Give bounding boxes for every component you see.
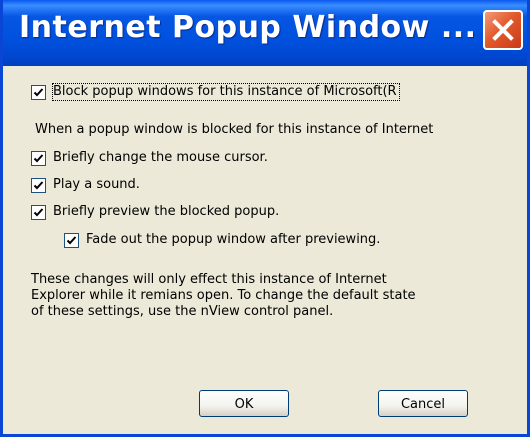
- info-note: These changes will only effect this inst…: [31, 272, 416, 319]
- checkmark-icon: [33, 154, 44, 163]
- title-bar[interactable]: Internet Popup Window ...: [3, 0, 527, 66]
- checkmark-icon: [66, 236, 77, 245]
- preview-popup-label: Briefly preview the blocked popup.: [53, 204, 280, 219]
- ok-button[interactable]: OK: [199, 390, 289, 417]
- checkmark-icon: [33, 181, 44, 190]
- close-icon: [492, 19, 514, 41]
- checkmark-icon: [33, 88, 44, 97]
- section-description: When a popup window is blocked for this …: [35, 122, 434, 137]
- cancel-button[interactable]: Cancel: [378, 390, 468, 417]
- change-cursor-label: Briefly change the mouse cursor.: [53, 150, 268, 165]
- window-title: Internet Popup Window ...: [19, 10, 477, 45]
- close-button[interactable]: [483, 10, 523, 50]
- dialog-window: Internet Popup Window ... Block popup wi…: [0, 0, 530, 437]
- dialog-content: Block popup windows for this instance of…: [3, 66, 527, 434]
- play-sound-label: Play a sound.: [53, 177, 140, 192]
- block-popups-label: Block popup windows for this instance of…: [52, 83, 400, 101]
- fade-out-checkbox[interactable]: [64, 233, 79, 248]
- change-cursor-checkbox[interactable]: [31, 151, 46, 166]
- block-popups-checkbox[interactable]: [31, 85, 46, 100]
- checkmark-icon: [33, 208, 44, 217]
- preview-popup-checkbox[interactable]: [31, 205, 46, 220]
- play-sound-checkbox[interactable]: [31, 178, 46, 193]
- fade-out-label: Fade out the popup window after previewi…: [86, 232, 381, 247]
